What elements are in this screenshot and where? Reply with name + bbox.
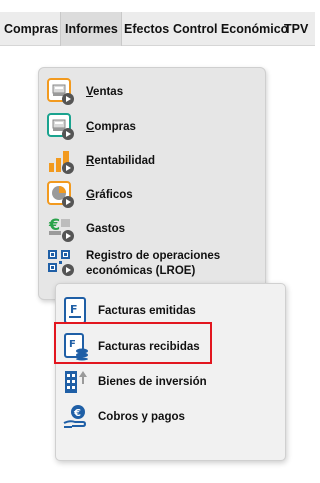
- submenu-item-bienes-inversion[interactable]: Bienes de inversión: [62, 368, 280, 398]
- lroe-label-line1: Registro de operaciones: [86, 250, 221, 262]
- top-menubar: Compras Informes Efectos Control Económi…: [0, 12, 315, 46]
- svg-text:F: F: [70, 303, 78, 316]
- invoice-issued-icon: F: [64, 297, 86, 324]
- compras-label: Compras: [86, 121, 136, 133]
- ventas-label: Ventas: [86, 86, 124, 98]
- menu-control-economico[interactable]: Control Económico: [173, 12, 288, 46]
- pie-chart-icon: [47, 181, 74, 208]
- cobros-pagos-label: Cobros y pagos: [98, 411, 185, 423]
- gastos-label: Gastos: [86, 223, 125, 235]
- menu-item-gastos[interactable]: € Gastos: [47, 215, 262, 245]
- lroe-submenu: F Facturas emitidas F Facturas recibidas: [55, 283, 286, 461]
- menu-compras[interactable]: Compras: [4, 12, 58, 46]
- lroe-label-line2: económicas (LROE): [86, 265, 196, 277]
- menu-item-ventas[interactable]: Ventas: [47, 78, 262, 108]
- menu-efectos[interactable]: Efectos: [124, 12, 169, 46]
- svg-text:€: €: [73, 408, 81, 419]
- qr-code-icon: [48, 250, 74, 276]
- profitability-bars-icon: [49, 151, 74, 174]
- menu-item-graficos[interactable]: Gráficos: [47, 181, 262, 211]
- menu-item-rentabilidad[interactable]: Rentabilidad: [47, 147, 262, 177]
- informes-dropdown: Ventas Compras Rentabilidad Gráficos € G…: [38, 67, 266, 300]
- hand-euro-coin-icon: €: [63, 405, 87, 428]
- facturas-emitidas-label: Facturas emitidas: [98, 305, 196, 317]
- menu-item-compras[interactable]: Compras: [47, 113, 262, 143]
- building-investment-icon: [65, 371, 87, 393]
- bienes-inversion-label: Bienes de inversión: [98, 376, 207, 388]
- submenu-item-cobros-pagos[interactable]: € Cobros y pagos: [62, 403, 280, 433]
- highlight-box: [54, 322, 212, 364]
- app-window: Compras Informes Efectos Control Económi…: [0, 0, 315, 483]
- purchases-report-icon: [47, 113, 74, 140]
- menu-informes[interactable]: Informes: [60, 12, 122, 46]
- menu-item-lroe[interactable]: Registro de operaciones económicas (LROE…: [47, 249, 262, 285]
- rentabilidad-label: Rentabilidad: [86, 155, 156, 167]
- graficos-label: Gráficos: [86, 189, 133, 201]
- menu-tpv[interactable]: TPV: [284, 12, 308, 46]
- sales-report-icon: [47, 78, 74, 105]
- euro-expenses-icon: €: [48, 215, 74, 242]
